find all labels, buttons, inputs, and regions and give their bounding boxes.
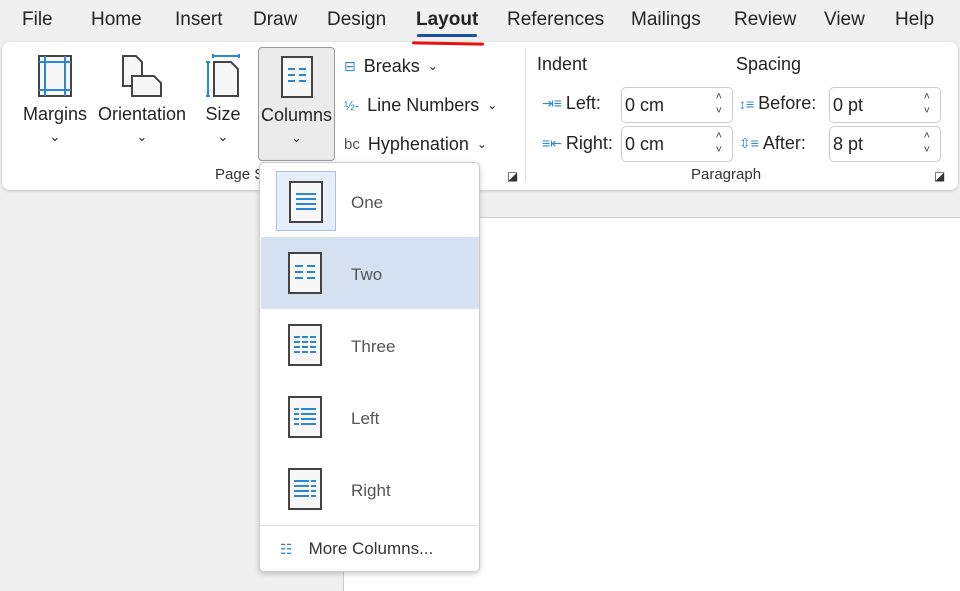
size-label: Size xyxy=(205,104,241,124)
columns-button[interactable]: Columns ⌄ xyxy=(258,47,335,161)
menu-divider xyxy=(261,525,478,526)
margins-label: Margins xyxy=(22,104,88,124)
size-button[interactable]: Size ⌄ xyxy=(198,47,248,161)
indent-right-input[interactable]: 0 cm ˄ ˅ xyxy=(621,126,733,162)
chevron-down-icon: ⌄ xyxy=(217,129,229,144)
left-column-icon xyxy=(288,396,322,438)
orientation-icon xyxy=(122,55,162,97)
group-divider xyxy=(525,48,526,182)
chevron-down-icon: ⌄ xyxy=(476,137,487,151)
indent-right-icon: ≡⇤ xyxy=(542,135,562,151)
spinner-arrows-icon[interactable]: ˄ ˅ xyxy=(924,129,930,157)
one-column-icon xyxy=(289,181,323,223)
indent-left-input[interactable]: 0 cm ˄ ˅ xyxy=(621,87,733,123)
ribbon: Margins ⌄ Orientation ⌄ Size ⌄ Columns ⌄ ⊟ Br… xyxy=(2,42,958,190)
columns-option-two[interactable]: Two xyxy=(261,237,479,309)
three-columns-icon xyxy=(288,324,322,366)
tab-references[interactable]: References xyxy=(507,9,604,31)
paragraph-group-label: Paragraph xyxy=(691,166,762,183)
spacing-after-icon: ⇳≡ xyxy=(739,135,759,151)
more-columns-icon: ☷ xyxy=(280,540,293,557)
tab-help[interactable]: Help xyxy=(895,9,934,31)
size-icon xyxy=(206,54,240,97)
menu-bar: File Home Insert Draw Design Layout Refe… xyxy=(0,0,960,42)
columns-option-three[interactable]: Three xyxy=(261,309,479,381)
paragraph-launcher-icon[interactable]: ◪ xyxy=(934,169,945,183)
tab-view[interactable]: View xyxy=(824,9,865,31)
indent-left-label: ⇥≡ Left: xyxy=(542,93,601,113)
breaks-button[interactable]: ⊟ Breaks ⌄ xyxy=(344,51,438,81)
hyphenation-label: Hyphenation xyxy=(367,133,469,154)
tab-draw[interactable]: Draw xyxy=(253,9,297,31)
spacing-after-label: ⇳≡ After: xyxy=(739,133,806,153)
active-tab-indicator xyxy=(417,34,477,37)
tab-insert[interactable]: Insert xyxy=(175,9,223,31)
columns-option-left[interactable]: Left xyxy=(261,381,479,453)
spacing-after-input[interactable]: 8 pt ˄ ˅ xyxy=(829,126,941,162)
spinner-arrows-icon[interactable]: ˄ ˅ xyxy=(716,90,722,118)
columns-option-one[interactable]: One xyxy=(261,165,479,237)
line-numbers-icon: ½- xyxy=(344,97,360,113)
line-numbers-label: Line Numbers xyxy=(367,94,480,115)
tab-review[interactable]: Review xyxy=(734,9,796,31)
spinner-arrows-icon[interactable]: ˄ ˅ xyxy=(716,129,722,157)
chevron-down-icon: ⌄ xyxy=(427,59,438,73)
line-numbers-button[interactable]: ½- Line Numbers ⌄ xyxy=(344,90,497,120)
tab-layout[interactable]: Layout xyxy=(416,9,478,31)
chevron-down-icon: ⌄ xyxy=(487,98,498,112)
orientation-button[interactable]: Orientation ⌄ xyxy=(96,47,188,161)
margins-icon xyxy=(38,55,72,97)
columns-label: Columns xyxy=(260,105,333,125)
chevron-down-icon: ⌄ xyxy=(291,130,302,145)
orientation-label: Orientation xyxy=(97,104,187,124)
chevron-down-icon: ⌄ xyxy=(49,129,61,144)
breaks-label: Breaks xyxy=(363,55,420,76)
spacing-before-icon: ↕≡ xyxy=(739,95,755,112)
spacing-before-input[interactable]: 0 pt ˄ ˅ xyxy=(829,87,941,123)
tab-mailings[interactable]: Mailings xyxy=(631,9,701,31)
columns-option-right[interactable]: Right xyxy=(261,453,479,525)
indent-right-label: ≡⇤ Right: xyxy=(542,133,613,153)
tab-file[interactable]: File xyxy=(22,9,53,31)
columns-dropdown: One Two Three Left Right ☷ More Columns..… xyxy=(259,162,480,572)
chevron-down-icon: ⌄ xyxy=(136,129,148,144)
more-columns-button[interactable]: ☷ More Columns... xyxy=(280,539,433,559)
spinner-arrows-icon[interactable]: ˄ ˅ xyxy=(924,90,930,118)
two-columns-icon xyxy=(288,252,322,294)
hyphenation-button[interactable]: bc Hyphenation ⌄ xyxy=(344,129,487,159)
columns-icon xyxy=(280,56,313,98)
tab-design[interactable]: Design xyxy=(327,9,386,31)
margins-button[interactable]: Margins ⌄ xyxy=(20,47,90,161)
right-column-icon xyxy=(288,468,322,510)
spacing-before-label: ↕≡ Before: xyxy=(739,93,817,113)
tab-home[interactable]: Home xyxy=(91,9,142,31)
breaks-icon: ⊟ xyxy=(344,57,356,74)
page-setup-launcher-icon[interactable]: ◪ xyxy=(507,169,518,183)
indent-left-icon: ⇥≡ xyxy=(542,95,562,111)
spacing-title: Spacing xyxy=(736,54,802,74)
indent-title: Indent xyxy=(537,54,588,74)
hyphenation-icon: bc xyxy=(344,135,360,153)
